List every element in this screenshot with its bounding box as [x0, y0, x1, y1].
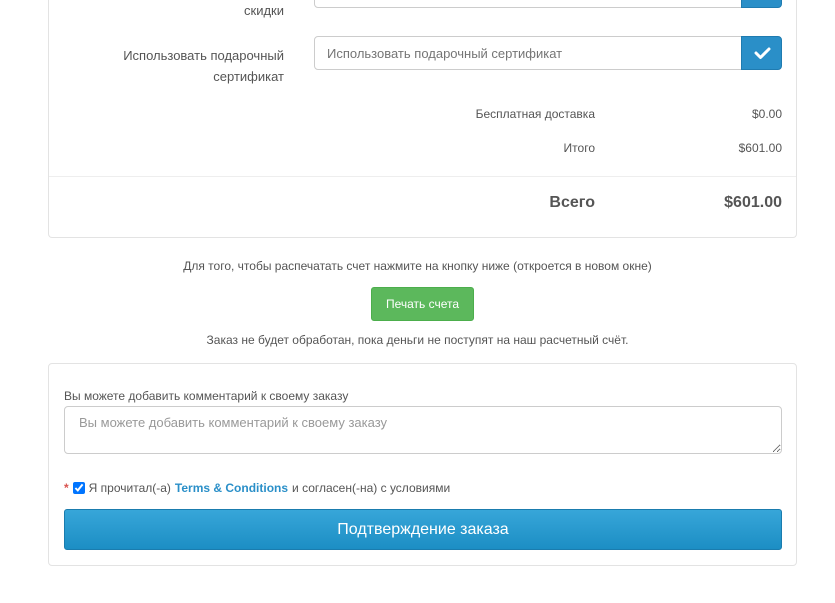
comment-label: Вы можете добавить комментарий к своему … [64, 389, 349, 403]
shipping-label: Бесплатная доставка [475, 107, 595, 121]
check-icon [754, 47, 771, 59]
discount-input[interactable] [314, 0, 742, 8]
gift-certificate-label-line1: Использовать подарочный [123, 48, 284, 63]
gift-certificate-input[interactable] [314, 36, 742, 70]
grand-total-label: Всего [549, 194, 595, 211]
agreement-row: * Я прочитал(-а) Terms & Conditions и со… [64, 481, 450, 495]
agreement-text-before: Я прочитал(-а) [88, 481, 171, 495]
grand-total-value: $601.00 [724, 194, 782, 211]
agreement-text-after: и согласен(-на) с условиями [292, 481, 451, 495]
gift-certificate-apply-button[interactable] [741, 36, 782, 70]
agreement-checkbox[interactable] [72, 482, 85, 494]
discount-label: скидки [244, 3, 284, 18]
required-mark: * [64, 481, 69, 495]
gift-certificate-label-line2: сертификат [213, 69, 284, 84]
print-instruction: Для того, чтобы распечатать счет нажмите… [183, 259, 652, 273]
confirm-order-button[interactable]: Подтверждение заказа [64, 509, 782, 550]
totals-divider [49, 176, 796, 177]
order-totals-panel: скидки Использовать подарочный сертифика… [48, 0, 797, 238]
order-comment-panel: Вы можете добавить комментарий к своему … [48, 363, 797, 566]
comment-textarea[interactable] [64, 406, 782, 454]
print-invoice-button[interactable]: Печать счета [371, 287, 474, 321]
gift-certificate-label: Использовать подарочный сертификат [49, 45, 284, 87]
subtotal-label: Итого [563, 141, 595, 155]
discount-apply-button[interactable] [741, 0, 782, 8]
shipping-value: $0.00 [751, 107, 782, 121]
payment-notice: Заказ не будет обработан, пока деньги не… [206, 333, 629, 347]
terms-link[interactable]: Terms & Conditions [175, 481, 288, 495]
subtotal-value: $601.00 [738, 141, 782, 155]
